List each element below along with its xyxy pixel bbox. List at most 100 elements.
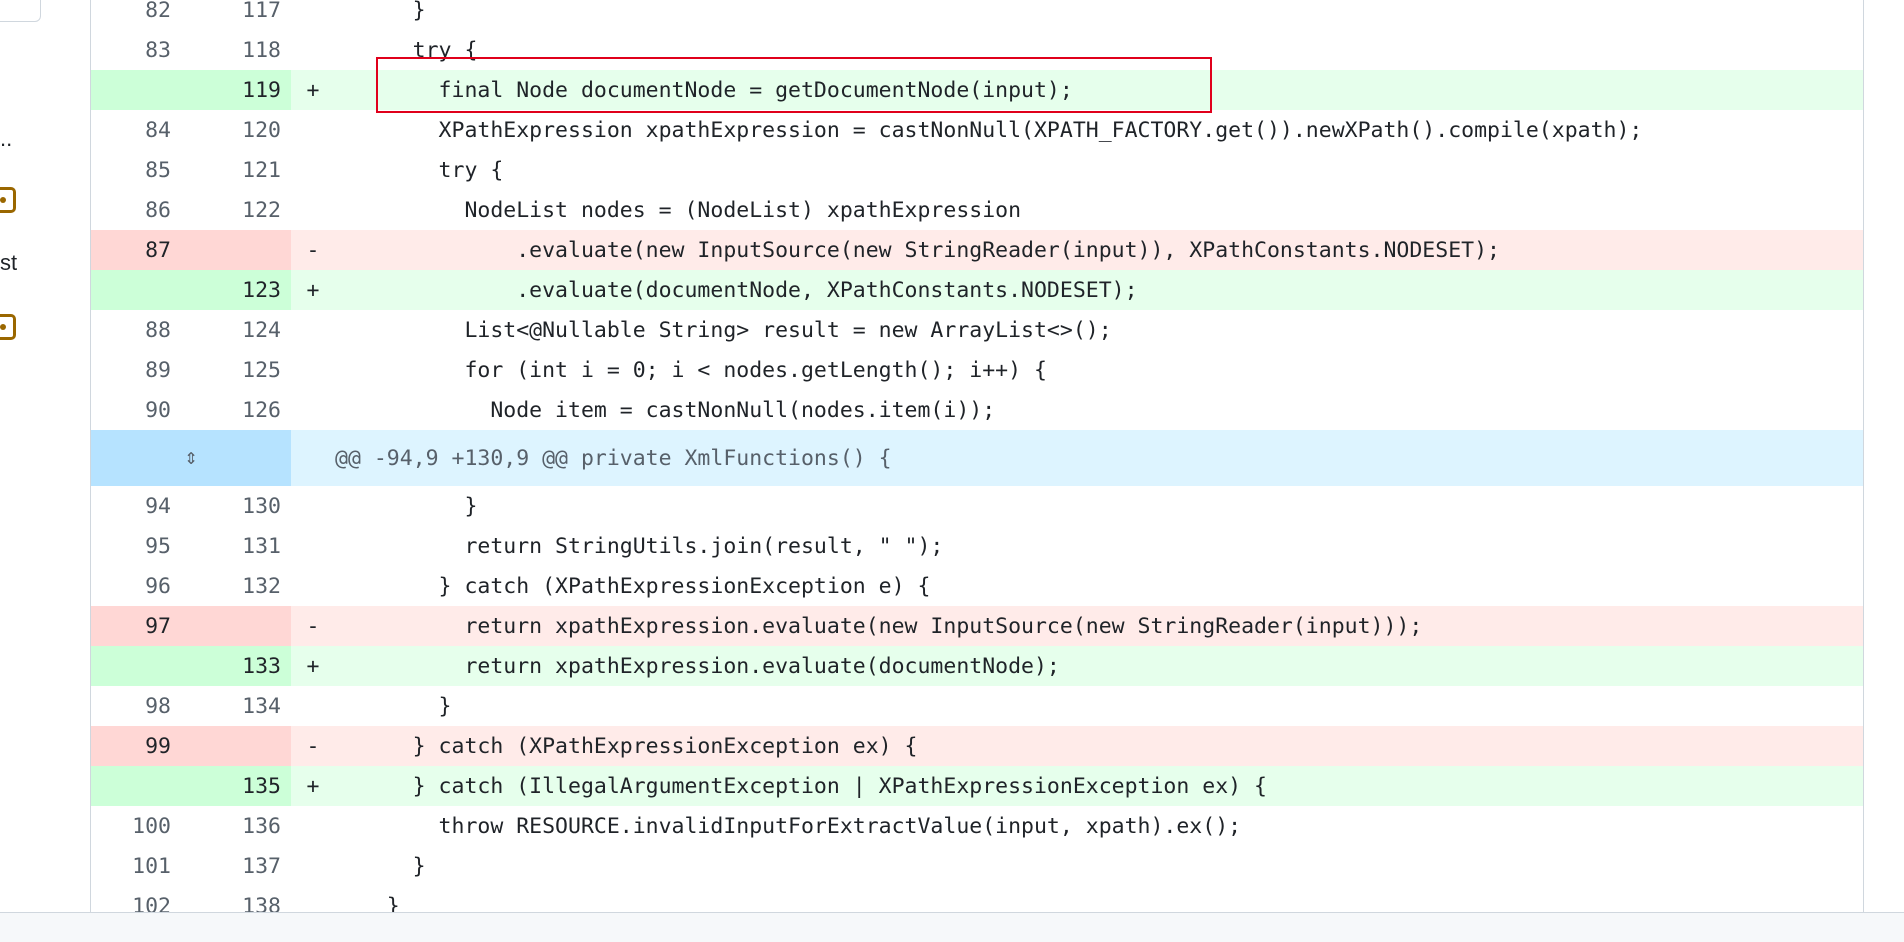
old-line-number[interactable]: 84 — [91, 118, 171, 143]
old-line-number[interactable]: 97 — [91, 614, 171, 639]
code-text: Node item = castNonNull(nodes.item(i)); — [335, 397, 996, 423]
code-text: NodeList nodes = (NodeList) xpathExpress… — [335, 197, 1022, 223]
line-number-gutter: 85 121 — [91, 150, 291, 190]
diff-line-removed[interactable]: 87 - .evaluate(new InputSource(new String… — [91, 230, 1863, 270]
code-text: } — [335, 0, 426, 23]
diff-sign: - — [306, 733, 320, 759]
diff-line-context[interactable]: 84 120 XPathExpression xpathExpression = … — [91, 110, 1863, 150]
line-number-gutter: 135 — [91, 766, 291, 806]
diff-line-context[interactable]: 86 122 NodeList nodes = (NodeList) xpathE… — [91, 190, 1863, 230]
expand-button[interactable]: ⇕ — [91, 430, 291, 486]
code-text: return xpathExpression.evaluate(new Inpu… — [335, 613, 1423, 639]
old-line-number[interactable]: 85 — [91, 158, 171, 183]
new-line-number[interactable]: 125 — [171, 358, 281, 383]
diff-sign: + — [306, 77, 320, 103]
diff-line-added[interactable]: 135 + } catch (IllegalArgumentException |… — [91, 766, 1863, 806]
old-line-number[interactable]: 95 — [91, 534, 171, 559]
diff-line-removed[interactable]: 97 - return xpathExpression.evaluate(new … — [91, 606, 1863, 646]
new-line-number[interactable]: 122 — [171, 198, 281, 223]
diff-line-context[interactable]: 96 132 } catch (XPathExpressionException … — [91, 566, 1863, 606]
file-icon[interactable] — [0, 187, 16, 213]
diff-line-context[interactable]: 100 136 throw RESOURCE.invalidInputForExt… — [91, 806, 1863, 846]
old-line-number[interactable]: 87 — [91, 238, 171, 263]
new-line-number[interactable]: 134 — [171, 694, 281, 719]
code-text: List<@Nullable String> result = new Arra… — [335, 317, 1112, 343]
file-icon[interactable] — [0, 314, 16, 340]
old-line-number[interactable]: 99 — [91, 734, 171, 759]
diff-sign: + — [306, 653, 320, 679]
line-number-gutter: 99 — [91, 726, 291, 766]
diff-line-context[interactable]: 94 130 } — [91, 486, 1863, 526]
line-number-gutter: 123 — [91, 270, 291, 310]
new-line-number[interactable]: 121 — [171, 158, 281, 183]
new-line-number[interactable]: 132 — [171, 574, 281, 599]
diff-line-added[interactable]: 123 + .evaluate(documentNode, XPathConsta… — [91, 270, 1863, 310]
expand-icon[interactable]: ⇕ — [184, 447, 197, 469]
panel-tile[interactable] — [0, 0, 41, 22]
diff-line-context[interactable]: 82 117 } — [91, 0, 1863, 30]
new-line-number[interactable]: 135 — [171, 774, 281, 799]
new-line-number[interactable]: 136 — [171, 814, 281, 839]
diff-line-added[interactable]: 133 + return xpathExpression.evaluate(doc… — [91, 646, 1863, 686]
line-number-gutter: 96 132 — [91, 566, 291, 606]
old-line-number[interactable]: 90 — [91, 398, 171, 423]
hunk-header: ⇕ @@ -94,9 +130,9 @@ private XmlFunctions… — [91, 430, 1863, 486]
old-line-number[interactable]: 96 — [91, 574, 171, 599]
code-text: } — [335, 853, 426, 879]
old-line-number[interactable]: 89 — [91, 358, 171, 383]
diff-line-context[interactable]: 89 125 for (int i = 0; i < nodes.getLengt… — [91, 350, 1863, 390]
new-line-number[interactable]: 126 — [171, 398, 281, 423]
code-text: try { — [335, 37, 478, 63]
old-line-number[interactable]: 98 — [91, 694, 171, 719]
diff-line-context[interactable]: 101 137 } — [91, 846, 1863, 886]
old-line-number[interactable]: 83 — [91, 38, 171, 63]
old-line-number[interactable]: 101 — [91, 854, 171, 879]
old-line-number[interactable]: 82 — [91, 0, 171, 23]
line-number-gutter: 94 130 — [91, 486, 291, 526]
code-text: final Node documentNode = getDocumentNod… — [335, 77, 1073, 103]
code-text: throw RESOURCE.invalidInputForExtractVal… — [335, 813, 1242, 839]
diff-line-context[interactable]: 88 124 List<@Nullable String> result = ne… — [91, 310, 1863, 350]
line-number-gutter: 82 117 — [91, 0, 291, 30]
diff-line-context[interactable]: 83 118 try { — [91, 30, 1863, 70]
code-text: .evaluate(documentNode, XPathConstants.N… — [335, 277, 1138, 303]
new-line-number[interactable]: 130 — [171, 494, 281, 519]
new-line-number[interactable]: 119 — [171, 78, 281, 103]
old-line-number[interactable]: 94 — [91, 494, 171, 519]
bottom-bar — [0, 912, 1904, 942]
diff-line-context[interactable]: 95 131 return StringUtils.join(result, " … — [91, 526, 1863, 566]
diff-sign: + — [306, 277, 320, 303]
new-line-number[interactable]: 117 — [171, 0, 281, 23]
diff-line-context[interactable]: 98 134 } — [91, 686, 1863, 726]
code-text: for (int i = 0; i < nodes.getLength(); i… — [335, 357, 1047, 383]
old-line-number[interactable]: 86 — [91, 198, 171, 223]
line-number-gutter: 98 134 — [91, 686, 291, 726]
left-panel: .. st — [0, 0, 90, 941]
line-number-gutter: 95 131 — [91, 526, 291, 566]
panel-text-truncated: .. — [0, 126, 13, 151]
old-line-number[interactable]: 100 — [91, 814, 171, 839]
line-number-gutter: 83 118 — [91, 30, 291, 70]
old-line-number[interactable]: 88 — [91, 318, 171, 343]
new-line-number[interactable]: 118 — [171, 38, 281, 63]
diff-line-context[interactable]: 85 121 try { — [91, 150, 1863, 190]
line-number-gutter: 119 — [91, 70, 291, 110]
diff-sign: - — [306, 613, 320, 639]
line-number-gutter: 84 120 — [91, 110, 291, 150]
new-line-number[interactable]: 133 — [171, 654, 281, 679]
code-text: } — [335, 493, 478, 519]
code-text: .evaluate(new InputSource(new StringRead… — [335, 237, 1500, 263]
diff-line-context[interactable]: 90 126 Node item = castNonNull(nodes.item… — [91, 390, 1863, 430]
new-line-number[interactable]: 131 — [171, 534, 281, 559]
new-line-number[interactable]: 120 — [171, 118, 281, 143]
new-line-number[interactable]: 124 — [171, 318, 281, 343]
line-number-gutter: 89 125 — [91, 350, 291, 390]
code-text: } — [335, 693, 452, 719]
new-line-number[interactable]: 137 — [171, 854, 281, 879]
diff-line-removed[interactable]: 99 - } catch (XPathExpressionException ex… — [91, 726, 1863, 766]
line-number-gutter: 86 122 — [91, 190, 291, 230]
code-text: } catch (XPathExpressionException ex) { — [335, 733, 918, 759]
diff-line-added[interactable]: 119 + final Node documentNode = getDocume… — [91, 70, 1863, 110]
code-text: return xpathExpression.evaluate(document… — [335, 653, 1060, 679]
new-line-number[interactable]: 123 — [171, 278, 281, 303]
